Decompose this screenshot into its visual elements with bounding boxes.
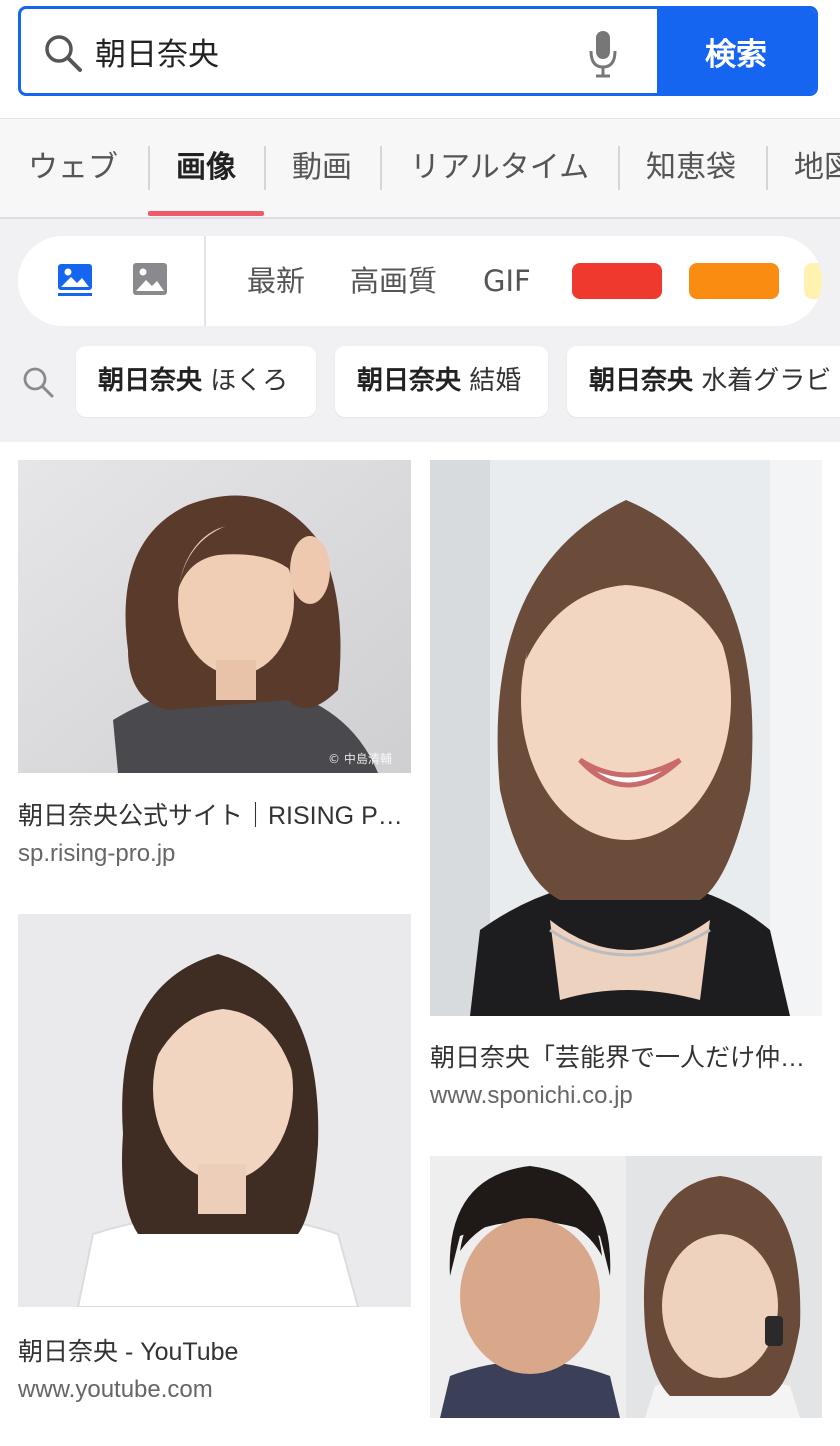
search-header: 検索 (0, 0, 840, 118)
tab-divider (618, 146, 620, 190)
tab-divider (766, 146, 768, 190)
result-thumbnail[interactable] (430, 460, 822, 1016)
result-source: www.youtube.com (18, 1376, 213, 1403)
related-search-chips: 朝日奈央 ほくろ 朝日奈央 結婚 朝日奈央 水着グラビ (0, 346, 840, 418)
color-filter-yellow[interactable] (804, 263, 822, 299)
search-button[interactable]: 検索 (657, 9, 815, 93)
color-filter-orange[interactable] (689, 263, 779, 299)
image-result-card[interactable]: 朝日奈央「芸能界で一人だけ仲間外れ www.sponichi.co.jp (430, 460, 822, 1120)
related-search-chip[interactable]: 朝日奈央 ほくろ (76, 346, 316, 417)
image-result-card[interactable]: 朝日奈央 - YouTube www.youtube.com (18, 914, 411, 1414)
search-icon (23, 367, 54, 398)
tab-divider (380, 146, 382, 190)
tab-videos[interactable]: 動画 (292, 119, 352, 217)
result-title[interactable]: 朝日奈央公式サイト｜RISING PRODUCTION (18, 796, 408, 832)
search-type-tabs: ウェブ 画像 動画 リアルタイム 知恵袋 地図 (0, 118, 840, 219)
image-result-card[interactable]: © 中島清輔 朝日奈央公式サイト｜RISING PRODUCTION sp.ri… (18, 460, 411, 880)
filter-divider (204, 236, 206, 326)
search-icon (45, 35, 82, 72)
search-box: 検索 (18, 6, 818, 96)
result-source: sp.rising-pro.jp (18, 840, 176, 867)
image-illustration-icon[interactable] (56, 260, 94, 298)
result-source: www.sponichi.co.jp (430, 1082, 633, 1109)
filter-high-quality[interactable]: 高画質 (350, 236, 437, 326)
result-title[interactable]: 朝日奈央「芸能界で一人だけ仲間外れ (430, 1038, 815, 1074)
filter-latest[interactable]: 最新 (247, 236, 305, 326)
tab-map[interactable]: 地図 (794, 119, 840, 217)
result-thumbnail[interactable] (18, 914, 411, 1307)
image-result-card[interactable] (430, 1156, 822, 1446)
image-photo-icon[interactable] (131, 260, 169, 298)
photo-credit-watermark: © 中島清輔 (328, 751, 392, 766)
image-filter-bar: 最新 高画質 GIF (18, 236, 822, 326)
tab-web[interactable]: ウェブ (28, 119, 118, 217)
tab-divider (148, 146, 150, 190)
tab-chiebukuro[interactable]: 知恵袋 (646, 119, 736, 217)
related-search-chip[interactable]: 朝日奈央 結婚 (335, 346, 548, 417)
microphone-icon[interactable] (587, 29, 619, 79)
image-results-grid: © 中島清輔 朝日奈央公式サイト｜RISING PRODUCTION sp.ri… (0, 442, 840, 1446)
result-thumbnail[interactable]: © 中島清輔 (18, 460, 411, 773)
filter-gif[interactable]: GIF (483, 236, 531, 326)
search-input[interactable] (95, 9, 575, 93)
result-title[interactable]: 朝日奈央 - YouTube (18, 1332, 408, 1368)
tab-divider (264, 146, 266, 190)
result-thumbnail[interactable] (430, 1156, 822, 1418)
active-tab-indicator (148, 211, 264, 216)
color-filter-red[interactable] (572, 263, 662, 299)
tab-images[interactable]: 画像 (176, 119, 236, 217)
related-search-chip[interactable]: 朝日奈央 水着グラビ (567, 346, 840, 417)
tab-realtime[interactable]: リアルタイム (410, 119, 589, 217)
